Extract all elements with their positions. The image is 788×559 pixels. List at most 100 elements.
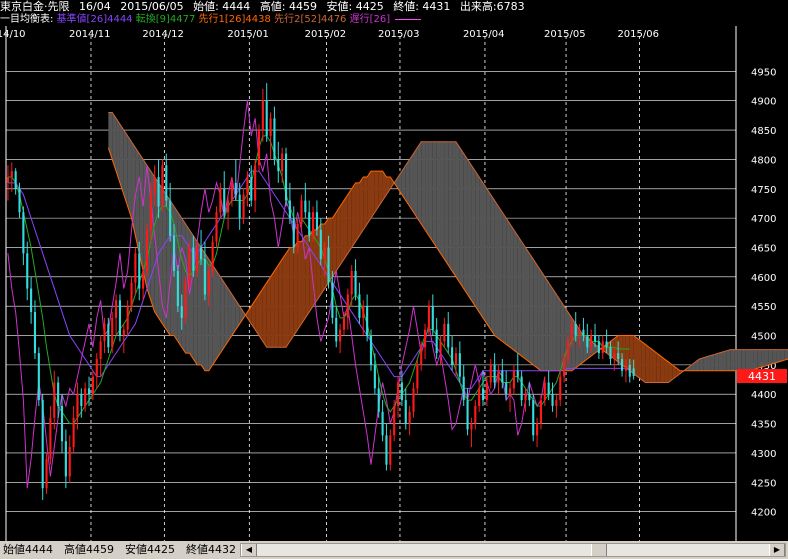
cloud-segment — [270, 270, 275, 348]
candle-body — [261, 100, 264, 131]
cloud-segment — [552, 288, 557, 371]
horizontal-scrollbar[interactable]: ◀ ▶ — [240, 543, 786, 557]
candle-body — [153, 177, 156, 195]
candle-body — [536, 423, 539, 436]
candle-body — [76, 394, 79, 418]
cloud-segment — [649, 347, 653, 383]
cloud-segment — [282, 253, 287, 348]
candle-body — [481, 388, 485, 401]
cloud-segment — [425, 141, 429, 236]
cloud-segment — [452, 141, 456, 277]
candle-body — [439, 341, 442, 354]
candle-body — [393, 405, 396, 436]
candle-body — [609, 347, 612, 360]
cloud-segment — [278, 259, 283, 348]
candle-body — [346, 294, 349, 318]
cloud-segment — [734, 349, 738, 371]
candle-body — [300, 200, 303, 224]
candle-body — [617, 353, 620, 360]
cloud-segment — [231, 294, 236, 336]
candle-body — [196, 247, 199, 271]
scroll-thumb[interactable] — [591, 544, 607, 556]
cloud-segment — [359, 177, 364, 236]
candle-body — [485, 382, 488, 401]
cloud-segment — [761, 349, 765, 368]
scroll-left-arrow-icon[interactable]: ◀ — [241, 544, 257, 556]
candle-body — [408, 411, 411, 424]
candle-body — [184, 282, 187, 318]
candle-body — [296, 223, 299, 248]
candle-body — [14, 171, 17, 189]
candle-body — [381, 411, 384, 436]
cloud-segment — [772, 349, 777, 364]
candle-body — [246, 177, 249, 195]
candle-body — [103, 323, 106, 342]
cloud-segment — [641, 341, 646, 383]
cloud-segment — [363, 177, 368, 230]
candle-body — [342, 317, 346, 330]
candle-body — [350, 270, 353, 295]
candle-body — [389, 435, 392, 465]
x-tick-label: 2015/03 — [378, 29, 420, 40]
candle-body — [10, 171, 13, 178]
candle-body — [593, 335, 597, 342]
y-tick-label: 4400 — [751, 390, 776, 401]
candle-body — [215, 212, 218, 242]
candle-body — [539, 400, 543, 424]
candle-body — [582, 329, 585, 336]
candle-body — [335, 317, 338, 342]
cloud-segment — [726, 349, 731, 371]
candle-body — [91, 376, 94, 395]
cloud-segment — [656, 353, 661, 383]
candle-body — [331, 282, 334, 318]
y-tick-label: 4800 — [751, 155, 776, 166]
candle-body — [115, 300, 118, 318]
cloud-segment — [521, 241, 526, 360]
cloud-segment — [355, 182, 360, 242]
candle-body — [613, 353, 616, 360]
candle-body — [161, 165, 164, 207]
candle-body — [366, 306, 369, 336]
cloud-segment — [707, 355, 711, 371]
candle-body — [118, 300, 122, 336]
x-tick-label: 2014/12 — [142, 29, 184, 40]
candle-body — [41, 400, 44, 489]
status-open: 始値4444 — [3, 543, 53, 556]
candle-body — [400, 382, 403, 401]
candle-body — [524, 394, 527, 401]
cloud-segment — [432, 141, 437, 248]
cloud-segment — [374, 171, 379, 213]
x-tick-label: 2015/06 — [617, 29, 659, 40]
cloud-segment — [417, 141, 422, 224]
y-tick-label: 4700 — [751, 214, 776, 225]
price-chart[interactable]: 4950 4900 4850 4800 4750 4700 4650 4600 4550 4500… — [0, 26, 788, 541]
cloud-segment — [413, 147, 418, 219]
cloud-segment — [367, 171, 371, 224]
candle-body — [570, 323, 573, 342]
cloud-segment — [127, 135, 132, 219]
cloud-segment — [537, 265, 541, 371]
candle-body — [207, 270, 210, 295]
cloud-segment — [212, 265, 217, 365]
candle-body — [95, 359, 98, 377]
candle-body — [126, 306, 129, 330]
cloud-segment — [498, 206, 503, 342]
candle-body — [377, 388, 380, 412]
cloud-segment — [301, 235, 306, 324]
cloud-segment — [444, 141, 449, 266]
legend-senko2: 先行2[52]4476 — [274, 14, 347, 25]
candle-body — [111, 317, 114, 348]
candle-body — [551, 394, 554, 406]
candle-body — [176, 270, 179, 307]
scroll-right-arrow-icon[interactable]: ▶ — [769, 544, 785, 556]
candle-body — [474, 405, 477, 424]
candle-body — [547, 382, 550, 395]
candle-body — [72, 417, 75, 448]
cloud-segment — [780, 349, 785, 362]
cloud-segment — [228, 288, 232, 342]
candle-body — [22, 212, 25, 254]
cloud-segment — [463, 153, 468, 295]
candle-body — [53, 382, 56, 418]
candle-body — [238, 194, 241, 219]
candle-body — [454, 353, 458, 365]
